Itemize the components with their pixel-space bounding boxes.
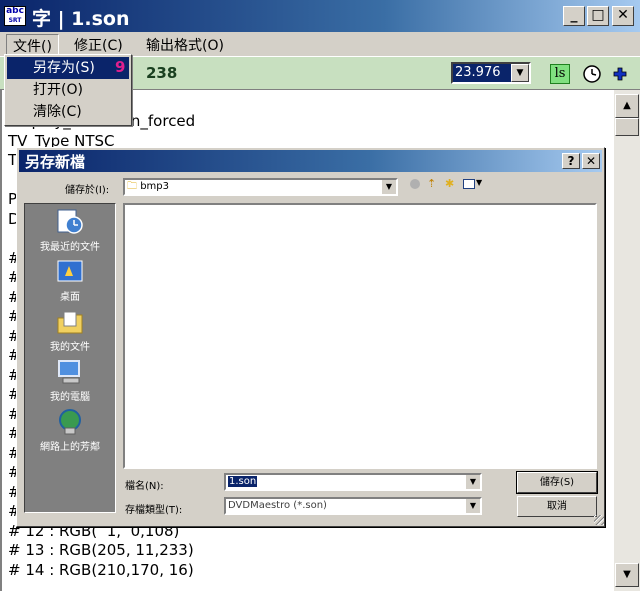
- network-places-icon: [55, 408, 85, 436]
- vertical-scrollbar[interactable]: ▲ ▼: [614, 90, 640, 591]
- fps-value: 23.976: [453, 64, 511, 82]
- scroll-down-button[interactable]: ▼: [615, 563, 639, 587]
- save-in-value: bmp3: [140, 181, 169, 192]
- subtitle-count: 238: [146, 64, 178, 82]
- shortcut-badge: 9: [115, 58, 126, 76]
- chevron-down-icon[interactable]: ▼: [511, 64, 529, 82]
- plugin-icon[interactable]: [610, 64, 630, 84]
- maximize-button[interactable]: □: [587, 6, 609, 26]
- title-bar[interactable]: abcSRT SUP 字 | 1.son _ □ ✕: [0, 0, 640, 32]
- close-button[interactable]: ✕: [612, 6, 634, 26]
- place-label: 我的電腦: [50, 392, 90, 403]
- editor-line: # 14 : RGB(210,170, 16): [8, 560, 194, 579]
- save-button[interactable]: 儲存(S): [516, 471, 598, 494]
- dialog-close-button[interactable]: ✕: [582, 153, 600, 169]
- folder-icon: 🗀: [127, 181, 137, 192]
- filetype-value: DVDMaestro (*.son): [228, 500, 327, 511]
- my-documents-icon: [55, 308, 85, 336]
- help-button[interactable]: ?: [562, 153, 580, 169]
- resize-grip[interactable]: [594, 515, 604, 525]
- menu-bar: 文件() 修正(C) 输出格式(O): [0, 32, 640, 58]
- menu-item-save-as[interactable]: 另存为(S): [7, 57, 129, 79]
- scroll-thumb[interactable]: [615, 118, 639, 136]
- place-recent[interactable]: 我最近的文件: [25, 206, 115, 256]
- place-my-computer[interactable]: 我的電腦: [25, 356, 115, 406]
- chevron-down-icon[interactable]: ▼: [476, 178, 482, 187]
- filename-label: 檔名(N):: [125, 481, 164, 492]
- filename-value: 1.son: [228, 476, 258, 487]
- place-desktop[interactable]: 桌面: [25, 256, 115, 306]
- menu-edit[interactable]: 修正(C): [68, 34, 129, 56]
- places-bar: 我最近的文件 桌面 我的文件 我的電腦 網路上的芳鄰: [24, 203, 116, 513]
- place-label: 網路上的芳鄰: [40, 442, 100, 453]
- up-folder-icon[interactable]: ⇡: [427, 177, 436, 190]
- fps-select[interactable]: 23.976 ▼: [451, 62, 531, 84]
- view-menu-icon[interactable]: [463, 179, 475, 189]
- clock-icon[interactable]: [582, 64, 602, 84]
- chevron-down-icon[interactable]: ▼: [465, 475, 480, 489]
- file-list[interactable]: [123, 203, 597, 469]
- dialog-title-bar[interactable]: 另存新檔 ? ✕: [19, 150, 602, 172]
- chevron-down-icon[interactable]: ▼: [465, 499, 480, 513]
- filetype-label: 存檔類型(T):: [125, 505, 183, 516]
- menu-output-format[interactable]: 输出格式(O): [140, 34, 230, 56]
- window-title: 字 | 1.son: [32, 8, 130, 30]
- menu-item-clear[interactable]: 清除(C): [7, 101, 129, 123]
- filename-input[interactable]: 1.son ▼: [224, 473, 482, 491]
- save-in-select[interactable]: 🗀 bmp3 ▼: [123, 178, 398, 196]
- new-folder-icon[interactable]: ✱: [445, 177, 454, 190]
- ls-button[interactable]: ls: [550, 64, 570, 84]
- app-icon: abcSRT SUP: [4, 6, 26, 26]
- place-label: 我最近的文件: [40, 242, 100, 253]
- editor-line: # 13 : RGB(205, 11,233): [8, 541, 194, 559]
- place-my-documents[interactable]: 我的文件: [25, 306, 115, 356]
- recent-documents-icon: [55, 208, 85, 236]
- place-label: 桌面: [60, 292, 80, 303]
- file-menu-dropdown: 另存为(S) 打开(O) 清除(C) 9: [4, 54, 132, 126]
- scroll-up-button[interactable]: ▲: [615, 94, 639, 118]
- my-computer-icon: [55, 358, 85, 386]
- place-network[interactable]: 網路上的芳鄰: [25, 406, 115, 456]
- save-in-label: 儲存於(I):: [65, 185, 110, 196]
- cancel-button[interactable]: 取消: [517, 496, 597, 517]
- minimize-button[interactable]: _: [563, 6, 585, 26]
- place-label: 我的文件: [50, 342, 90, 353]
- dialog-title: 另存新檔: [25, 153, 86, 171]
- save-as-dialog: 另存新檔 ? ✕ 儲存於(I): 🗀 bmp3 ▼ ⇡ ✱ ▼ 我最近的文件 桌…: [16, 147, 605, 527]
- back-icon[interactable]: [410, 179, 420, 189]
- chevron-down-icon[interactable]: ▼: [381, 180, 396, 194]
- menu-item-open[interactable]: 打开(O): [7, 79, 129, 101]
- desktop-icon: [55, 258, 85, 286]
- filetype-select[interactable]: DVDMaestro (*.son) ▼: [224, 497, 482, 515]
